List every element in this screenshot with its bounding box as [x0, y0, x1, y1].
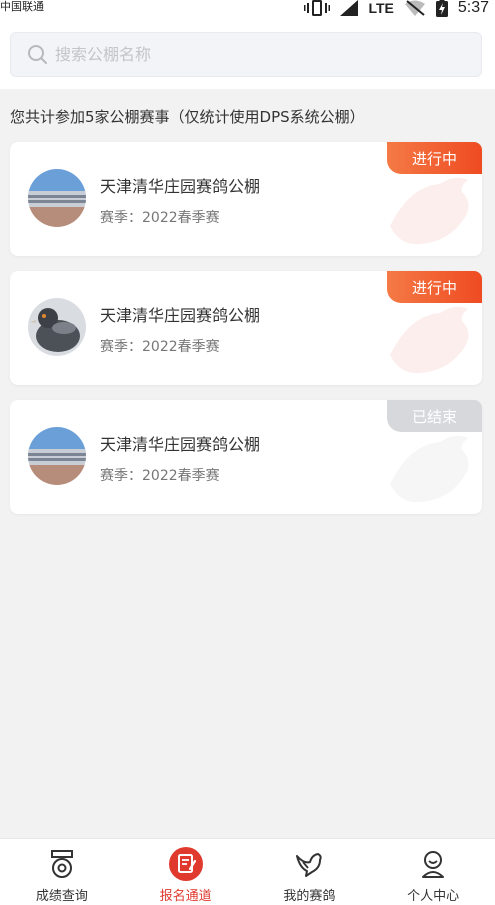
status-badge: 进行中 — [387, 271, 482, 303]
signal-icon — [340, 0, 359, 16]
loft-card[interactable]: 天津清华庄园赛鸽公棚 赛季：2022春季赛 已结束 — [10, 400, 482, 514]
tab-signup[interactable]: 报名通道 — [124, 839, 248, 905]
loft-avatar — [28, 427, 86, 485]
status-badge: 已结束 — [387, 400, 482, 432]
tab-my-pigeons[interactable]: 我的赛鸽 — [248, 839, 372, 905]
status-badge: 进行中 — [387, 142, 482, 174]
loft-avatar — [28, 298, 86, 356]
search-box[interactable] — [10, 32, 482, 77]
vibrate-icon — [304, 0, 331, 16]
loft-season: 赛季：2022春季赛 — [100, 210, 220, 226]
clock-label: 5:37 — [457, 0, 489, 16]
tab-label: 报名通道 — [159, 889, 212, 904]
carrier-label: 中国联通 — [0, 0, 44, 13]
search-area — [0, 22, 495, 89]
network-label: LTE — [368, 0, 394, 16]
pigeon-watermark-icon — [390, 435, 469, 503]
search-input[interactable] — [55, 33, 455, 76]
status-bar: 中国联通 LTE 5:37 — [0, 0, 495, 22]
battery-charging-icon — [435, 0, 448, 17]
wifi-off-icon — [404, 0, 425, 16]
pigeon-watermark-icon — [390, 177, 469, 245]
search-icon — [28, 45, 47, 64]
status-icons: LTE 5:37 — [304, 0, 489, 17]
pigeon-icon — [292, 847, 326, 881]
pigeon-watermark-icon — [390, 306, 469, 374]
tab-label: 个人中心 — [407, 889, 460, 904]
loft-season: 赛季：2022春季赛 — [100, 339, 220, 355]
tab-results[interactable]: 成绩查询 — [0, 839, 124, 905]
loft-season: 赛季：2022春季赛 — [100, 468, 220, 484]
loft-name: 天津清华庄园赛鸽公棚 — [100, 177, 261, 196]
bottom-tab-bar: 成绩查询 报名通道 我的赛鸽 个人中心 — [0, 838, 495, 905]
tab-label: 成绩查询 — [35, 889, 88, 904]
participation-summary: 您共计参加5家公棚赛事（仅统计使用DPS系统公棚） — [10, 108, 365, 126]
loft-card[interactable]: 天津清华庄园赛鸽公棚 赛季：2022春季赛 进行中 — [10, 271, 482, 385]
tab-label: 我的赛鸽 — [283, 889, 336, 904]
signup-icon — [168, 847, 203, 881]
loft-name: 天津清华庄园赛鸽公棚 — [100, 306, 261, 325]
loft-name: 天津清华庄园赛鸽公棚 — [100, 435, 261, 454]
tab-profile[interactable]: 个人中心 — [371, 839, 495, 905]
loft-avatar — [28, 169, 86, 227]
user-icon — [416, 847, 450, 881]
loft-card[interactable]: 天津清华庄园赛鸽公棚 赛季：2022春季赛 进行中 — [10, 142, 482, 256]
medal-icon — [45, 847, 79, 881]
